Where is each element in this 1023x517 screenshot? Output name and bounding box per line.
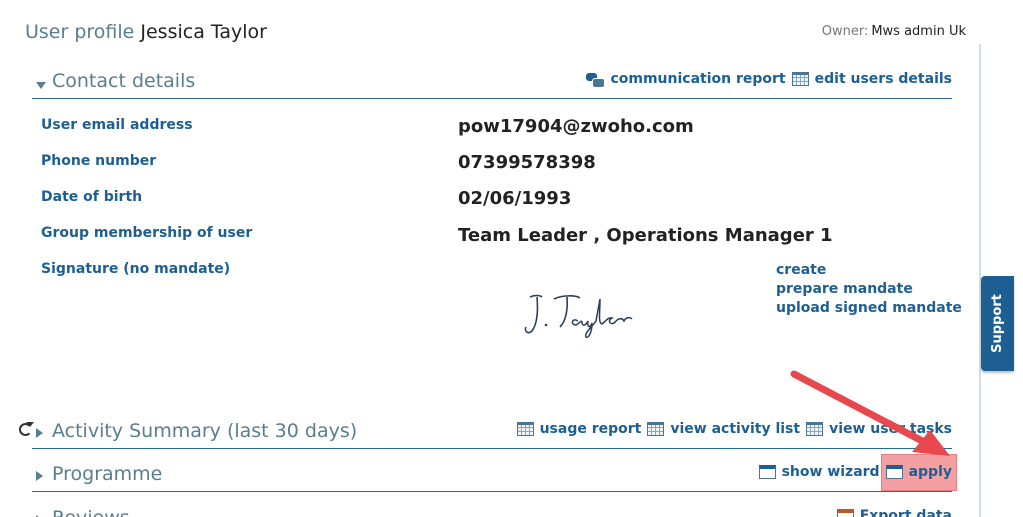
- upload-signed-mandate-link[interactable]: upload signed mandate: [776, 299, 962, 318]
- communication-report-link[interactable]: communication report: [586, 71, 786, 88]
- activity-summary-title: Activity Summary (last 30 days): [52, 420, 358, 442]
- group-membership-label: Group membership of user: [41, 225, 253, 241]
- refresh-icon[interactable]: [19, 422, 34, 436]
- signature-links: create prepare mandate upload signed man…: [776, 261, 962, 318]
- show-wizard-link[interactable]: show wizard: [758, 464, 880, 480]
- programme-links: show wizard apply: [753, 464, 952, 480]
- owner-info: Owner: Mws admin Uk: [822, 24, 966, 39]
- signature-image: [524, 294, 633, 339]
- page-title-prefix: User profile: [25, 21, 135, 43]
- apply-link[interactable]: apply: [885, 464, 952, 480]
- export-data-link[interactable]: Export data: [836, 508, 952, 517]
- phone-value: 07399578398: [458, 152, 596, 173]
- create-link[interactable]: create: [776, 261, 962, 280]
- reviews-header[interactable]: Reviews Export data: [32, 506, 952, 517]
- email-value: pow17904@zwoho.com: [458, 116, 694, 137]
- usage-report-link[interactable]: usage report: [516, 421, 641, 437]
- page-title: User profile Jessica Taylor: [25, 21, 267, 43]
- reviews-links: Export data: [831, 508, 952, 517]
- owner-label: Owner:: [821, 24, 869, 39]
- dob-value: 02/06/1993: [458, 188, 572, 209]
- expand-triangle-icon[interactable]: [36, 471, 43, 481]
- collapse-triangle-icon[interactable]: [36, 82, 46, 89]
- owner-name: Mws admin Uk: [871, 24, 966, 39]
- support-label: Support: [990, 294, 1006, 353]
- contact-details-title: Contact details: [52, 70, 196, 92]
- edit-users-details-link[interactable]: edit users details: [791, 71, 952, 87]
- email-label: User email address: [41, 117, 193, 133]
- reviews-title: Reviews: [52, 507, 130, 517]
- prepare-mandate-link[interactable]: prepare mandate: [776, 280, 962, 299]
- support-tab[interactable]: Support: [981, 276, 1014, 371]
- view-activity-list-link[interactable]: view activity list: [647, 421, 800, 437]
- group-membership-value: Team Leader , Operations Manager 1: [458, 225, 833, 246]
- calendar-icon: [791, 72, 809, 86]
- expand-triangle-icon[interactable]: [36, 428, 43, 438]
- dob-label: Date of birth: [41, 189, 143, 205]
- user-name: Jessica Taylor: [140, 21, 267, 43]
- signature-label: Signature (no mandate): [41, 261, 231, 277]
- window-icon: [758, 465, 776, 479]
- annotation-arrow-icon: [790, 370, 950, 456]
- export-icon: [836, 509, 854, 517]
- programme-title: Programme: [52, 463, 163, 485]
- contact-links: communication report edit users details: [580, 71, 952, 88]
- contact-details-header[interactable]: Contact details communication report edi…: [32, 69, 952, 99]
- window-icon: [885, 465, 903, 479]
- programme-header[interactable]: Programme show wizard apply: [32, 462, 952, 492]
- calendar-icon: [647, 422, 665, 436]
- phone-label: Phone number: [41, 153, 157, 169]
- calendar-icon: [516, 422, 534, 436]
- communication-icon: [586, 72, 606, 88]
